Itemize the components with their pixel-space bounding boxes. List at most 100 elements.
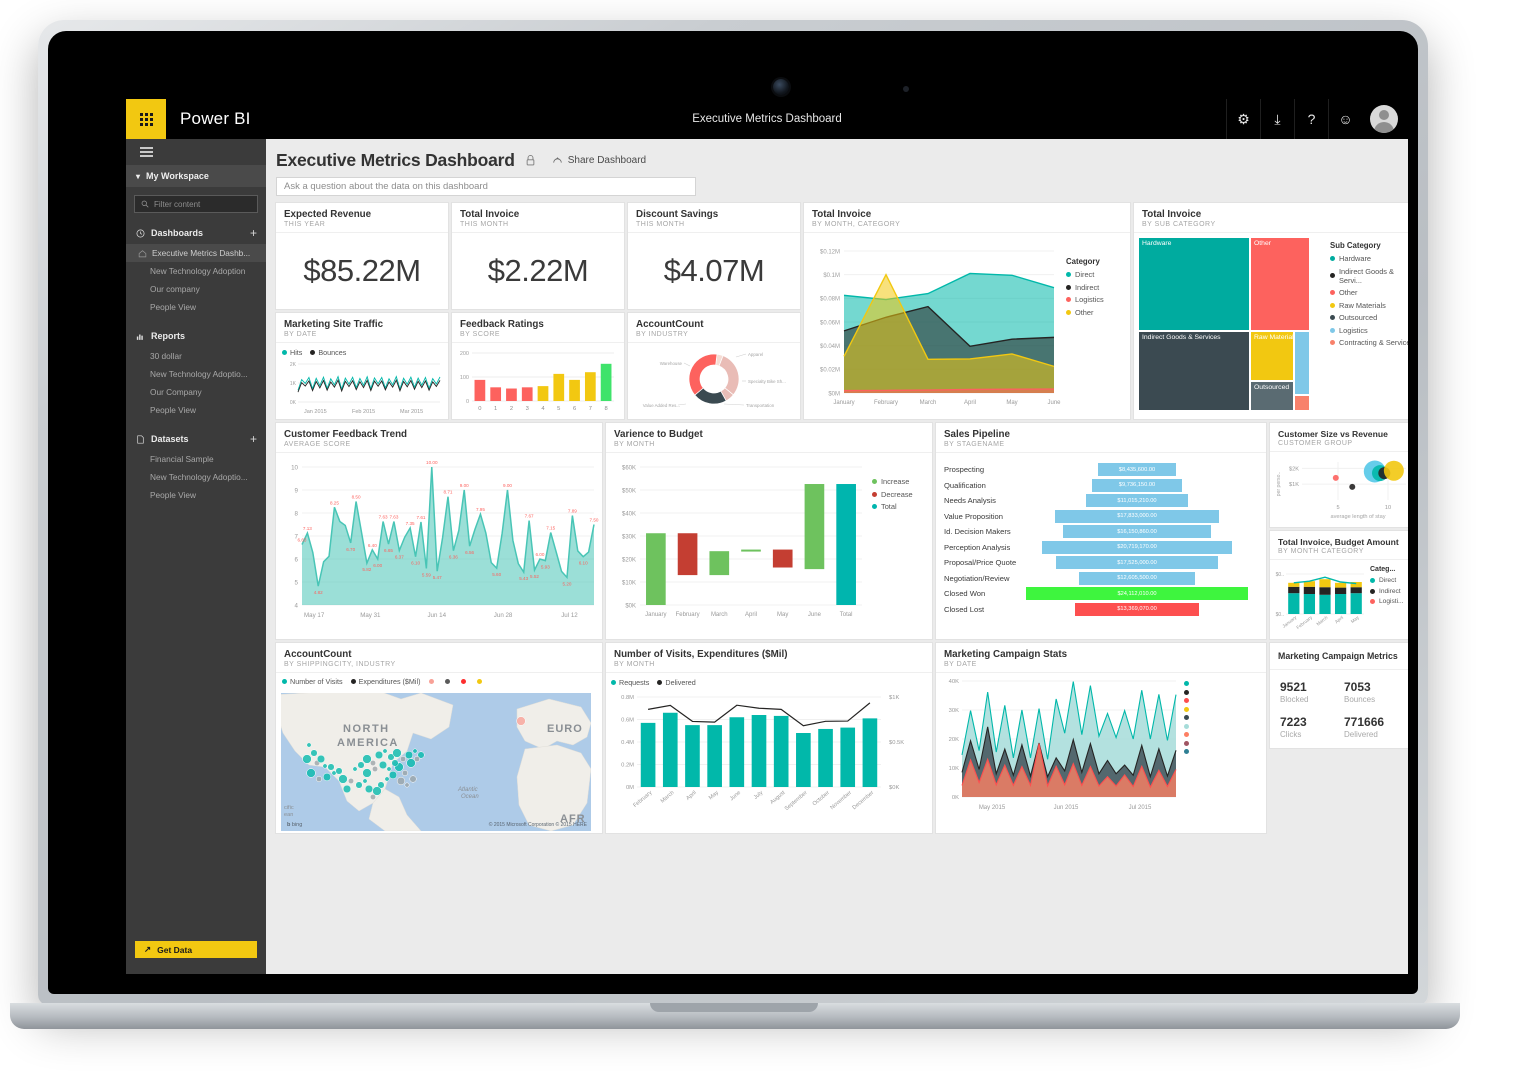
funnel-bar[interactable]: $9,736,150.00 <box>1092 478 1182 492</box>
funnel-row[interactable]: Perception Analysis $20,719,170.00 <box>944 540 1260 556</box>
download-icon[interactable]: ⤓ <box>1260 99 1294 139</box>
app-launcher-icon[interactable] <box>126 99 166 139</box>
legend-item-opens <box>1184 698 1193 703</box>
map-label-america: AMERICA <box>337 737 399 749</box>
map-canvas[interactable]: NORTH AMERICA EURO AFR Atlantic Ocean ci… <box>281 693 591 831</box>
sidebar-item-people-view-report[interactable]: People View <box>126 401 266 419</box>
feedback-icon[interactable]: ☺ <box>1328 99 1362 139</box>
sidebar-item-financial-sample[interactable]: Financial Sample <box>126 450 266 468</box>
tile-marketing-campaign-metrics[interactable]: Marketing Campaign Metrics 9521 Blocked … <box>1270 643 1408 748</box>
tile-marketing-site-traffic[interactable]: Marketing Site Traffic BY DATE Hits Boun… <box>276 313 448 419</box>
funnel-row[interactable]: Closed Won $24,112,010.00 <box>944 586 1260 602</box>
tile-total-invoice-by-month-category[interactable]: Total Invoice BY MONTH, CATEGORY $0M $0.0… <box>804 203 1130 419</box>
tile-total-invoice-month[interactable]: Total Invoice THIS MONTH $2.22M <box>452 203 624 309</box>
sidebar-item-new-technology-adoption-report[interactable]: New Technology Adoptio... <box>126 365 266 383</box>
svg-text:May: May <box>777 612 788 618</box>
sidebar-item-new-technology-adoption-dataset[interactable]: New Technology Adoptio... <box>126 468 266 486</box>
funnel-bar[interactable]: $12,605,500.00 <box>1078 571 1196 585</box>
tile-customer-size-vs-revenue[interactable]: Customer Size vs Revenue CUSTOMER GROUP … <box>1270 423 1408 527</box>
funnel-row[interactable]: Needs Analysis $11,015,210.00 <box>944 493 1260 509</box>
funnel-bar[interactable]: $17,833,000.00 <box>1054 509 1220 523</box>
settings-icon[interactable]: ⚙ <box>1226 99 1260 139</box>
tile-header: Marketing Site Traffic BY DATE <box>276 313 448 343</box>
funnel-row[interactable]: Prospecting $8,435,600.00 <box>944 462 1260 478</box>
treemap-cell[interactable]: Outsourced <box>1251 382 1293 410</box>
sidebar-item-30-dollar[interactable]: 30 dollar <box>126 347 266 365</box>
laptop-lid: Power BI Executive Metrics Dashboard ⚙ ⤓… <box>10 20 1460 1029</box>
treemap-cell[interactable]: Indirect Goods & Services <box>1139 332 1249 410</box>
sidebar-item-label: New Technology Adoption <box>150 266 246 276</box>
brand-label[interactable]: Power BI <box>180 109 251 129</box>
funnel-stage-label: Proposal/Price Quote <box>944 558 1017 568</box>
svg-text:20K: 20K <box>949 737 959 743</box>
funnel-bar[interactable]: $8,435,600.00 <box>1098 463 1176 477</box>
map-visual[interactable]: Number of Visits Expenditures ($Mil) NOR… <box>276 673 602 833</box>
tile-total-invoice-treemap[interactable]: Total Invoice BY SUB CATEGORY Hardware In… <box>1134 203 1408 419</box>
get-data-label: Get Data <box>157 944 193 955</box>
legend-label: Expenditures ($Mil) <box>358 677 421 686</box>
svg-text:0.6M: 0.6M <box>621 718 634 724</box>
tile-discount-savings[interactable]: Discount Savings THIS MONTH $4.07M <box>628 203 800 309</box>
sidebar-item-people-view[interactable]: People View <box>126 298 266 316</box>
funnel-bar[interactable]: $13,369,070.00 <box>1075 602 1199 616</box>
tile-title: Marketing Campaign Stats <box>944 649 1068 660</box>
funnel-row[interactable]: Id. Decision Makers $16,150,860.00 <box>944 524 1260 540</box>
filter-content-input[interactable]: Filter content <box>134 195 258 213</box>
sidebar-item-executive-metrics-dashboard[interactable]: Executive Metrics Dashb... <box>126 244 266 262</box>
funnel-bar[interactable]: $16,150,860.00 <box>1062 525 1212 539</box>
help-icon[interactable]: ? <box>1294 99 1328 139</box>
hamburger-icon[interactable] <box>126 139 266 165</box>
funnel-bar[interactable]: $11,015,210.00 <box>1086 494 1188 508</box>
funnel-row[interactable]: Negotiation/Review $12,605,500.00 <box>944 571 1260 587</box>
legend-swatch <box>1330 256 1335 261</box>
funnel-bar[interactable]: $20,719,170.00 <box>1041 540 1233 554</box>
sidebar-item-our-company-report[interactable]: Our Company <box>126 383 266 401</box>
treemap-cell[interactable]: Hardware <box>1139 238 1249 330</box>
add-dataset-icon[interactable]: + <box>250 432 257 446</box>
sidebar-section-reports[interactable]: Reports <box>126 325 266 347</box>
tile-accountcount-industry[interactable]: AccountCount BY INDUSTRY Apparel Specialt… <box>628 313 800 419</box>
funnel-value-label: $11,015,210.00 <box>1117 497 1157 504</box>
funnel-row[interactable]: Value Proposition $17,833,000.00 <box>944 509 1260 525</box>
line-chart-svg: 0K 1K 2K Jan 2015 Feb 2015 Mar 2015 <box>290 362 441 415</box>
treemap-cell[interactable] <box>1295 332 1309 394</box>
map-label-pacific: cific <box>284 805 294 811</box>
svg-text:September: September <box>784 790 809 812</box>
sidebar-section-dashboards[interactable]: Dashboards + <box>126 222 266 244</box>
funnel-bar[interactable]: $17,525,000.00 <box>1056 556 1218 570</box>
avatar[interactable] <box>1370 105 1398 133</box>
tile-expected-revenue[interactable]: Expected Revenue THIS YEAR $85.22M <box>276 203 448 309</box>
donut-chart-svg: Apparel Specialty Bike Sh... Transportatio… <box>643 352 786 408</box>
tile-visits-expenditures[interactable]: Number of Visits, Expenditures ($Mil) BY… <box>606 643 932 833</box>
tile-header: Varience to Budget BY MONTH <box>606 423 932 453</box>
sidebar-item-new-technology-adoption[interactable]: New Technology Adoption <box>126 262 266 280</box>
qna-search-input[interactable]: Ask a question about the data on this da… <box>276 177 696 196</box>
treemap-cell[interactable] <box>1295 396 1309 410</box>
add-dashboard-icon[interactable]: + <box>250 226 257 240</box>
sidebar-workspace[interactable]: ▾ My Workspace <box>126 165 266 187</box>
tile-variance-to-budget[interactable]: Varience to Budget BY MONTH $0K $10K $20K $… <box>606 423 932 639</box>
treemap-cell-label: Indirect Goods & Services <box>1142 334 1221 341</box>
treemap-cell[interactable]: Raw Materials <box>1251 332 1293 380</box>
funnel-row[interactable]: Proposal/Price Quote $17,525,000.00 <box>944 555 1260 571</box>
tile-subtitle: BY MONTH CATEGORY <box>1278 548 1364 555</box>
tile-total-invoice-budget-amount[interactable]: Total Invoice, Budget Amount BY MONTH CA… <box>1270 531 1408 639</box>
treemap-cell[interactable]: Other <box>1251 238 1309 330</box>
sidebar-section-datasets[interactable]: Datasets + <box>126 428 266 450</box>
tile-customer-feedback-trend[interactable]: Customer Feedback Trend AVERAGE SCORE 4 5… <box>276 423 602 639</box>
get-data-button[interactable]: ↗ Get Data <box>135 941 257 958</box>
funnel-row[interactable]: Qualification $9,736,150.00 <box>944 478 1260 494</box>
funnel-row[interactable]: Closed Lost $13,369,070.00 <box>944 602 1260 618</box>
tile-title: Marketing Campaign Metrics <box>1278 651 1398 661</box>
tile-marketing-campaign-stats[interactable]: Marketing Campaign Stats BY DATE 0K 10K 20… <box>936 643 1266 833</box>
sidebar-item-people-view-dataset[interactable]: People View <box>126 486 266 504</box>
funnel-bar[interactable]: $24,112,010.00 <box>1026 587 1248 601</box>
sidebar-item-our-company[interactable]: Our company <box>126 280 266 298</box>
treemap-cell-label: Outsourced <box>1254 384 1290 391</box>
tile-subtitle: BY MONTH, CATEGORY <box>812 221 901 228</box>
tile-accountcount-map[interactable]: AccountCount BY SHIPPINGCITY, INDUSTRY N… <box>276 643 602 833</box>
tile-feedback-ratings[interactable]: Feedback Ratings BY SCORE 0 100 200 0 1 2 3 4 5 6… <box>452 313 624 419</box>
tile-sales-pipeline[interactable]: Sales Pipeline BY STAGENAME Prospecting $… <box>936 423 1266 639</box>
share-dashboard-button[interactable]: Share Dashboard <box>552 155 646 166</box>
svg-text:6.10: 6.10 <box>579 561 588 566</box>
